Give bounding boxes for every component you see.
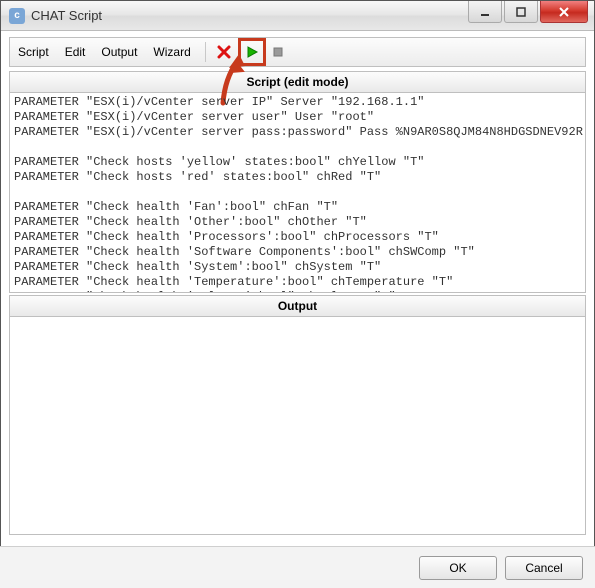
- x-red-icon: [217, 45, 231, 59]
- menu-items: Script Edit Output Wizard: [10, 38, 199, 66]
- minimize-button[interactable]: [468, 1, 502, 23]
- script-panel: Script (edit mode) PARAMETER "ESX(i)/vCe…: [9, 71, 586, 293]
- run-button[interactable]: [241, 45, 263, 59]
- toolbar: Script Edit Output Wizard: [9, 37, 586, 67]
- script-panel-header: Script (edit mode): [9, 71, 586, 93]
- menu-wizard[interactable]: Wizard: [145, 38, 198, 66]
- maximize-button[interactable]: [504, 1, 538, 23]
- titlebar: c CHAT Script: [1, 1, 594, 31]
- script-editor[interactable]: PARAMETER "ESX(i)/vCenter server IP" Ser…: [9, 93, 586, 293]
- close-icon: [558, 6, 570, 18]
- app-icon: c: [9, 8, 25, 24]
- minimize-icon: [479, 6, 491, 18]
- maximize-icon: [515, 6, 527, 18]
- play-green-icon: [245, 45, 259, 59]
- window-title: CHAT Script: [31, 8, 468, 23]
- menu-output[interactable]: Output: [93, 38, 145, 66]
- run-button-highlight: [238, 38, 266, 66]
- step-button[interactable]: [266, 38, 290, 66]
- menu-script[interactable]: Script: [10, 38, 57, 66]
- cancel-button[interactable]: Cancel: [505, 556, 583, 580]
- bottom-bar: OK Cancel: [0, 546, 595, 588]
- close-button[interactable]: [540, 1, 588, 23]
- stop-square-icon: [271, 45, 285, 59]
- output-panel-header: Output: [9, 295, 586, 317]
- window-controls: [468, 1, 594, 30]
- script-text[interactable]: PARAMETER "ESX(i)/vCenter server IP" Ser…: [10, 93, 586, 293]
- output-panel: Output: [9, 295, 586, 535]
- stop-button[interactable]: [212, 38, 236, 66]
- toolbar-separator: [205, 42, 206, 62]
- output-area: [9, 317, 586, 535]
- ok-button[interactable]: OK: [419, 556, 497, 580]
- menu-edit[interactable]: Edit: [57, 38, 94, 66]
